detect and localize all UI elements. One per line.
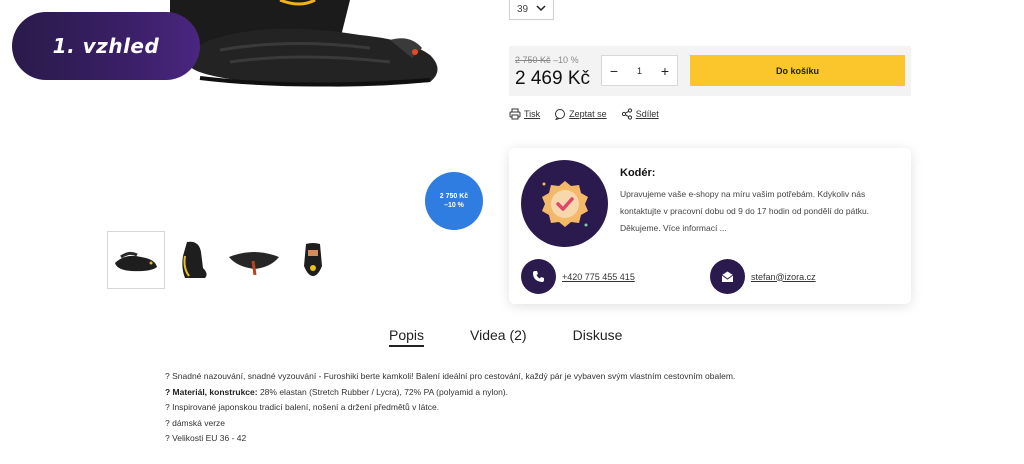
description-line: ? dámská verze <box>165 417 225 428</box>
old-price: 2 750 Kč –10 % <box>515 55 579 65</box>
discount-percent: –10 % <box>553 55 579 65</box>
contact-phone-number[interactable]: +420 775 455 415 <box>562 272 635 282</box>
ask-question-label: Zeptat se <box>569 109 607 119</box>
contact-email[interactable]: stefan@izora.cz <box>710 259 816 294</box>
printer-icon <box>509 108 521 120</box>
image-thumbnails <box>107 231 343 289</box>
chat-icon <box>555 109 566 120</box>
quantity-stepper[interactable]: − 1 + <box>601 55 678 86</box>
print-link[interactable]: Tisk <box>509 108 540 120</box>
verified-badge-icon <box>541 180 588 227</box>
share-icon <box>621 108 632 120</box>
contact-text: Upravujeme vaše e-shopy na míru vašim po… <box>620 189 870 233</box>
share-label: Sdílet <box>635 109 659 119</box>
thumbnail-2[interactable] <box>166 231 224 289</box>
discount-badge-price: 2 750 Kč <box>439 193 469 200</box>
description-line: ? Snadné nazouvání, snadné vyzouvání - F… <box>165 371 736 381</box>
add-to-cart-button[interactable]: Do košíku <box>690 55 905 86</box>
description-line: ? Inspirované japonskou tradicí balení, … <box>165 402 440 412</box>
product-tabs: Popis Videa (2) Diskuse <box>389 327 622 347</box>
tab-discussion[interactable]: Diskuse <box>573 327 623 347</box>
thumbnail-1[interactable] <box>107 231 165 289</box>
share-link[interactable]: Sdílet <box>621 108 659 120</box>
envelope-icon <box>710 259 745 294</box>
size-select[interactable]: 39 <box>509 0 554 20</box>
tab-description[interactable]: Popis <box>389 327 425 347</box>
size-select-value: 39 <box>517 4 529 15</box>
thumbnail-4[interactable] <box>284 231 342 289</box>
contact-card: Kodér: Upravujeme vaše e-shopy na míru v… <box>509 148 911 304</box>
discount-badge-percent: –10 % <box>444 202 464 209</box>
section-badge: 1. vzhled <box>12 12 200 80</box>
tab-videos[interactable]: Videa (2) <box>470 327 527 347</box>
contact-phone[interactable]: +420 775 455 415 <box>521 259 635 294</box>
description-line: ? Velikosti EU 36 - 42 <box>165 433 247 443</box>
product-actions: Tisk Zeptat se Sdílet <box>509 108 659 120</box>
discount-badge: 2 750 Kč –10 % <box>425 172 483 230</box>
phone-icon <box>521 259 556 294</box>
contact-title: Kodér: <box>620 167 656 179</box>
quantity-decrease-button[interactable]: − <box>608 63 620 79</box>
print-label: Tisk <box>524 109 541 119</box>
ask-question-link[interactable]: Zeptat se <box>554 108 607 120</box>
description-line: ? Materiál, konstrukce: 28% elastan (Str… <box>165 385 865 401</box>
avatar <box>521 160 608 247</box>
section-badge-label: 1. vzhled <box>52 34 160 58</box>
chevron-down-icon <box>536 5 546 12</box>
quantity-increase-button[interactable]: + <box>659 63 671 79</box>
description-line-rest: 28% elastan (Stretch Rubber / Lycra), 72… <box>257 386 508 397</box>
contact-email-address[interactable]: stefan@izora.cz <box>751 272 816 282</box>
old-price-value: 2 750 Kč <box>515 55 551 65</box>
description-bold: ? Materiál, konstrukce: <box>165 386 258 397</box>
buy-box: 2 750 Kč –10 % 2 469 Kč − 1 + Do košíku <box>509 46 911 96</box>
thumbnail-3[interactable] <box>225 231 283 289</box>
current-price: 2 469 Kč <box>515 68 590 89</box>
product-description: ? Snadné nazouvání, snadné vyzouvání - F… <box>165 369 865 447</box>
quantity-value[interactable]: 1 <box>637 66 642 76</box>
